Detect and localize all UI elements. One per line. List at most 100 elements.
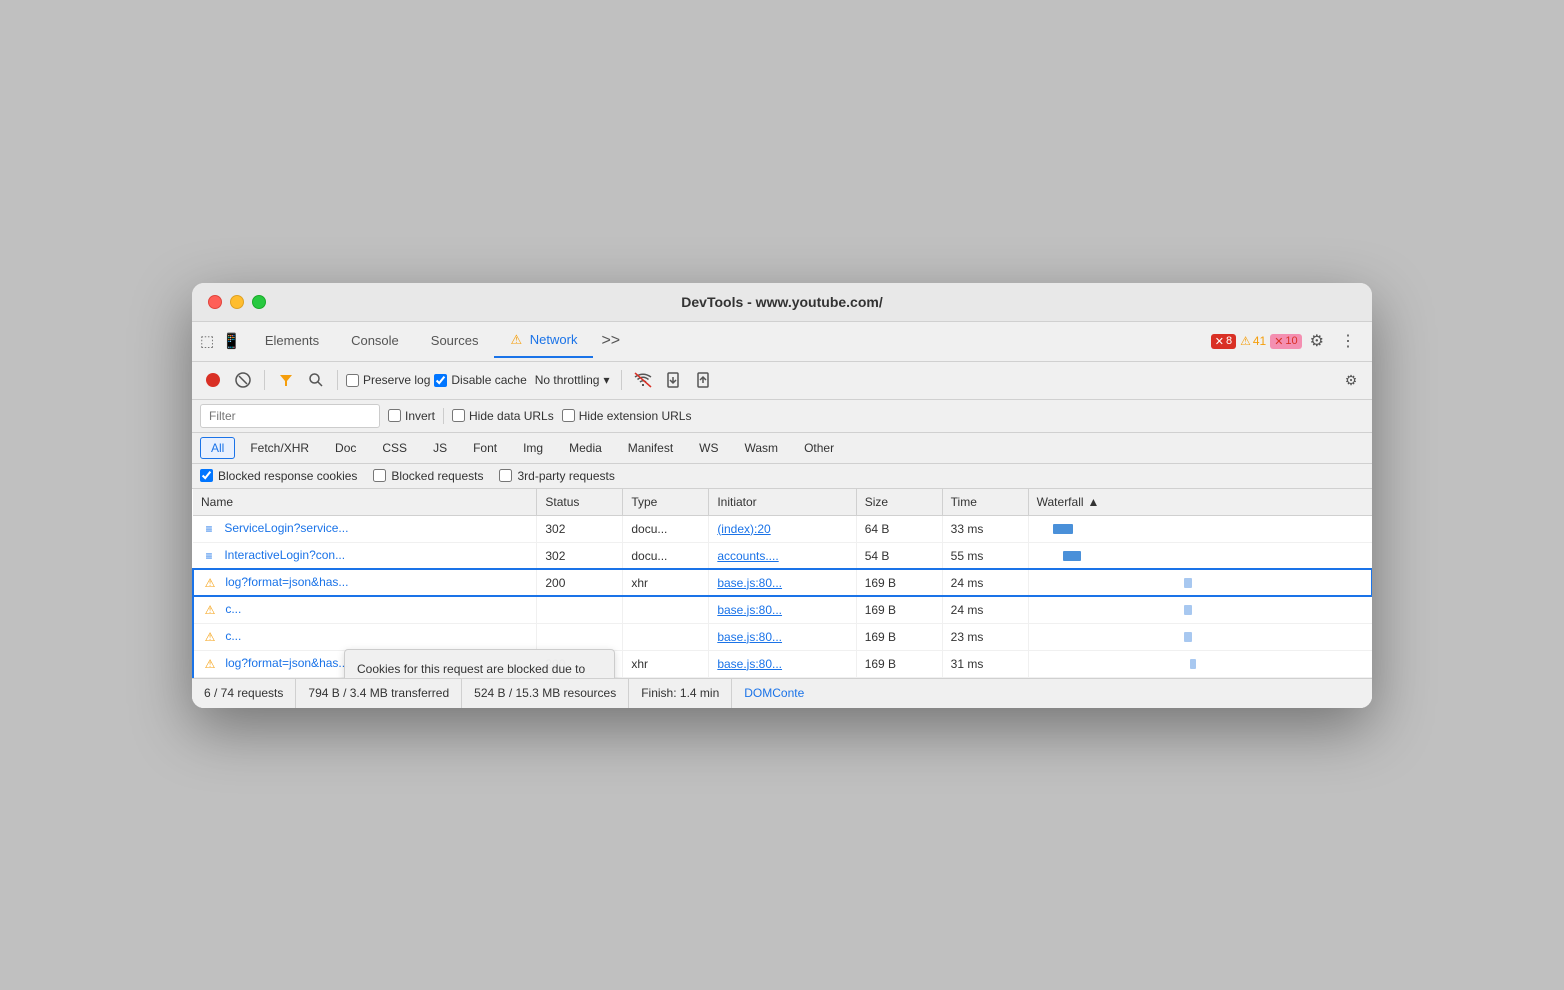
tab-elements[interactable]: Elements [249, 325, 335, 358]
cell-name[interactable]: ⚠ c... [193, 623, 537, 650]
col-size[interactable]: Size [856, 489, 942, 516]
stop-recording-button[interactable] [200, 367, 226, 393]
invert-label[interactable]: Invert [405, 409, 435, 423]
type-manifest-button[interactable]: Manifest [617, 437, 684, 459]
col-status[interactable]: Status [537, 489, 623, 516]
type-ws-button[interactable]: WS [688, 437, 729, 459]
cell-name[interactable]: ≡ ServiceLogin?service... [193, 515, 537, 542]
third-party-label[interactable]: 3rd-party requests [517, 469, 614, 483]
tab-sources[interactable]: Sources [415, 325, 495, 358]
col-time[interactable]: Time [942, 489, 1028, 516]
devtools-more-button[interactable]: ⋮ [1332, 327, 1364, 355]
invert-checkbox[interactable] [388, 409, 401, 422]
fullscreen-button[interactable] [252, 295, 266, 309]
type-css-button[interactable]: CSS [371, 437, 418, 459]
table-row[interactable]: ≡ ServiceLogin?service... 302 docu... (i… [193, 515, 1372, 542]
cell-name[interactable]: ⚠ c... [193, 596, 537, 623]
cell-type [623, 596, 709, 623]
doc-icon: ≡ [201, 548, 217, 564]
hide-ext-option[interactable]: Hide extension URLs [562, 409, 692, 423]
minimize-button[interactable] [230, 295, 244, 309]
col-name[interactable]: Name [193, 489, 537, 516]
col-waterfall[interactable]: Waterfall ▲ [1028, 489, 1372, 516]
blocked-cookies-label[interactable]: Blocked response cookies [218, 469, 357, 483]
table-row[interactable]: ⚠ log?format=json&has... 200 xhr base.js… [193, 569, 1372, 596]
toolbar-divider-3 [621, 370, 622, 390]
title-bar: DevTools - www.youtube.com/ [192, 283, 1372, 322]
disable-cache-checkbox[interactable] [434, 374, 447, 387]
cell-status [537, 596, 623, 623]
hide-data-option[interactable]: Hide data URLs [452, 409, 554, 423]
preserve-log-checkbox[interactable] [346, 374, 359, 387]
hide-ext-checkbox[interactable] [562, 409, 575, 422]
cell-type: xhr [623, 569, 709, 596]
status-bar: 6 / 74 requests 794 B / 3.4 MB transferr… [192, 678, 1372, 708]
wifi-icon[interactable] [630, 367, 656, 393]
filter-input[interactable] [200, 404, 380, 428]
type-doc-button[interactable]: Doc [324, 437, 367, 459]
type-xhr-button[interactable]: Fetch/XHR [239, 437, 320, 459]
col-initiator[interactable]: Initiator [709, 489, 856, 516]
inspector-icon[interactable]: ⬚ [200, 332, 214, 350]
request-name-link[interactable]: log?format=json&has... [225, 575, 348, 589]
export-har-button[interactable] [690, 367, 716, 393]
clear-button[interactable] [230, 367, 256, 393]
cell-time: 24 ms [942, 596, 1028, 623]
table-row[interactable]: ≡ InteractiveLogin?con... 302 docu... ac… [193, 542, 1372, 569]
close-button[interactable] [208, 295, 222, 309]
request-name-link[interactable]: log?format=json&has... [225, 656, 348, 670]
type-other-button[interactable]: Other [793, 437, 845, 459]
filter-button[interactable] [273, 367, 299, 393]
col-type[interactable]: Type [623, 489, 709, 516]
cell-name[interactable]: ⚠ log?format=json&has... [193, 569, 537, 596]
hide-ext-label[interactable]: Hide extension URLs [579, 409, 692, 423]
devtools-settings-button[interactable]: ⚙ [1302, 327, 1332, 355]
throttle-select[interactable]: No throttling ▾ [531, 371, 614, 389]
blocked-requests-checkbox[interactable] [373, 469, 386, 482]
network-settings-button[interactable]: ⚙ [1338, 367, 1364, 393]
type-img-button[interactable]: Img [512, 437, 554, 459]
disable-cache-label[interactable]: Disable cache [451, 373, 526, 387]
tab-network[interactable]: ⚠ Network [494, 324, 593, 358]
request-name-link[interactable]: ServiceLogin?service... [224, 521, 348, 535]
cell-time: 31 ms [942, 650, 1028, 677]
cell-name[interactable]: ≡ InteractiveLogin?con... [193, 542, 537, 569]
type-js-button[interactable]: JS [422, 437, 458, 459]
type-media-button[interactable]: Media [558, 437, 613, 459]
request-name-link[interactable]: InteractiveLogin?con... [224, 548, 345, 562]
third-party-checkbox[interactable] [499, 469, 512, 482]
table-row[interactable]: ⚠ c... base.js:80... 169 B 23 ms [193, 623, 1372, 650]
cell-initiator[interactable]: base.js:80... [709, 623, 856, 650]
preserve-log-label[interactable]: Preserve log [363, 373, 430, 387]
blocked-requests-label[interactable]: Blocked requests [391, 469, 483, 483]
hide-data-label[interactable]: Hide data URLs [469, 409, 554, 423]
third-party-option[interactable]: 3rd-party requests [499, 469, 614, 483]
cell-initiator[interactable]: (index):20 [709, 515, 856, 542]
cell-initiator[interactable]: base.js:80... [709, 596, 856, 623]
table-row[interactable]: ⚠ c... base.js:80... 169 B 24 ms [193, 596, 1372, 623]
more-tabs-button[interactable]: >> [593, 328, 628, 354]
blocked-cookies-checkbox[interactable] [200, 469, 213, 482]
cell-initiator[interactable]: base.js:80... [709, 650, 856, 677]
import-har-button[interactable] [660, 367, 686, 393]
invert-option[interactable]: Invert [388, 409, 435, 423]
type-font-button[interactable]: Font [462, 437, 508, 459]
tab-console[interactable]: Console [335, 325, 415, 358]
request-name-link[interactable]: c... [225, 602, 241, 616]
cell-initiator[interactable]: accounts.... [709, 542, 856, 569]
hide-data-checkbox[interactable] [452, 409, 465, 422]
network-table-wrapper: Name Status Type Initiator Size Time Wat… [192, 489, 1372, 678]
device-mode-icon[interactable]: 📱 [222, 332, 241, 350]
cell-initiator[interactable]: base.js:80... [709, 569, 856, 596]
sort-asc-icon: ▲ [1088, 495, 1100, 509]
domconte-link[interactable]: DOMConte [744, 686, 804, 700]
waterfall-bar [1063, 551, 1081, 561]
search-button[interactable] [303, 367, 329, 393]
type-wasm-button[interactable]: Wasm [734, 437, 790, 459]
request-name-link[interactable]: c... [225, 629, 241, 643]
blocked-requests-option[interactable]: Blocked requests [373, 469, 483, 483]
cell-time: 24 ms [942, 569, 1028, 596]
disable-cache-group: Disable cache [434, 373, 526, 387]
type-all-button[interactable]: All [200, 437, 235, 459]
blocked-cookies-option[interactable]: Blocked response cookies [200, 469, 357, 483]
